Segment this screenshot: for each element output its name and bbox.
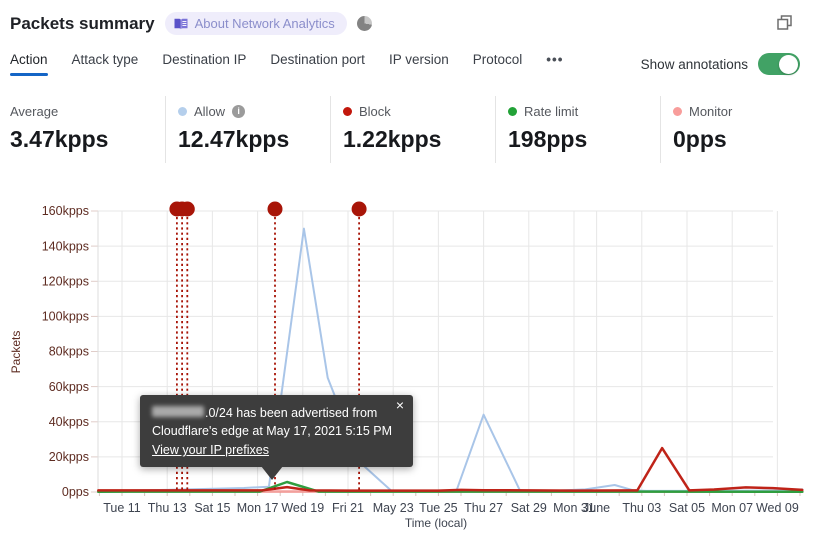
packets-summary-panel: Packets summary About Network Analytics … — [0, 0, 816, 545]
stat-value: 3.47kpps — [10, 126, 109, 152]
tabs-row: Action Attack type Destination IP Destin… — [10, 52, 800, 76]
stat-label: Rate limit — [524, 103, 579, 119]
block-dot-icon — [343, 106, 352, 116]
x-tick-label: Wed 19 — [281, 501, 324, 515]
stat-label: Block — [359, 103, 391, 119]
rate-limit-dot-icon — [508, 106, 517, 116]
book-icon — [174, 18, 188, 29]
page-title: Packets summary — [10, 13, 155, 33]
stat-average: Average 3.47kpps — [0, 96, 165, 163]
tooltip-arrow — [261, 466, 283, 481]
y-tick-label: 60kpps — [49, 380, 89, 394]
show-annotations-toggle[interactable] — [758, 53, 800, 75]
x-tick-label: May 23 — [373, 501, 414, 515]
stat-label: Monitor — [689, 103, 733, 119]
stats-row: Average 3.47kpps Allow i 12.47kpps Block… — [0, 96, 816, 163]
x-tick-label: Mon 17 — [237, 501, 279, 515]
x-tick-label: Wed 09 — [756, 501, 799, 515]
annotation-tooltip: × .0/24 has been advertised from Cloudfl… — [140, 395, 413, 481]
more-tabs-button[interactable]: ••• — [546, 52, 563, 76]
stat-value: 1.22kpps — [343, 126, 442, 152]
stat-rate-limit: Rate limit 198pps — [495, 96, 660, 163]
tab-destination-ip[interactable]: Destination IP — [162, 52, 246, 76]
redacted-ip-prefix — [152, 406, 204, 417]
tab-action[interactable]: Action — [10, 52, 48, 76]
close-icon[interactable]: × — [396, 398, 404, 412]
y-tick-label: 100kpps — [42, 310, 89, 324]
x-tick-label: Thu 03 — [622, 501, 661, 515]
x-tick-label: June — [583, 501, 610, 515]
show-annotations-control: Show annotations — [641, 53, 800, 75]
x-tick-label: Sat 15 — [194, 501, 230, 515]
y-tick-label: 40kpps — [49, 415, 89, 429]
tooltip-text: .0/24 has been advertised from Cloudflar… — [152, 406, 393, 439]
show-annotations-label: Show annotations — [640, 56, 748, 72]
y-axis-title: Packets — [9, 331, 23, 374]
tab-destination-port[interactable]: Destination port — [270, 52, 365, 76]
x-tick-label: Thu 13 — [148, 501, 187, 515]
x-tick-label: Tue 25 — [419, 501, 458, 515]
stat-value: 198pps — [508, 126, 588, 152]
annotation-dot[interactable] — [267, 201, 283, 217]
stat-monitor: Monitor 0pps — [660, 96, 816, 163]
tab-protocol[interactable]: Protocol — [473, 52, 523, 76]
monitor-dot-icon — [673, 106, 682, 116]
stat-label: Allow — [194, 103, 226, 119]
x-tick-label: Tue 11 — [103, 501, 141, 515]
pie-status-icon[interactable] — [356, 16, 372, 31]
x-tick-label: Sat 29 — [511, 501, 547, 515]
y-tick-label: 120kpps — [42, 275, 89, 289]
y-tick-label: 80kpps — [49, 345, 89, 359]
stat-block: Block 1.22kpps — [330, 96, 495, 163]
y-tick-label: 0pps — [62, 485, 89, 499]
stat-value: 0pps — [673, 126, 727, 152]
tab-bar: Action Attack type Destination IP Destin… — [10, 52, 563, 76]
x-tick-label: Mon 07 — [711, 501, 753, 515]
annotation-dot[interactable] — [351, 201, 367, 217]
stat-allow: Allow i 12.47kpps — [165, 96, 330, 163]
duplicate-window-icon[interactable] — [775, 13, 794, 32]
annotation-dot[interactable] — [179, 201, 195, 217]
header: Packets summary About Network Analytics — [10, 12, 372, 35]
x-axis-title: Time (local) — [405, 516, 467, 530]
x-tick-label: Sat 05 — [669, 501, 705, 515]
y-tick-label: 20kpps — [49, 450, 89, 464]
info-icon[interactable]: i — [232, 104, 246, 118]
allow-dot-icon — [178, 106, 187, 116]
x-tick-label: Thu 27 — [464, 501, 503, 515]
view-ip-prefixes-link[interactable]: View your IP prefixes — [152, 441, 269, 459]
tab-ip-version[interactable]: IP version — [389, 52, 449, 76]
y-tick-label: 160kpps — [42, 204, 89, 218]
badge-label: About Network Analytics — [194, 16, 335, 31]
stat-value: 12.47kpps — [178, 126, 290, 152]
stat-label: Average — [10, 103, 59, 119]
x-tick-label: Fri 21 — [332, 501, 364, 515]
toggle-knob — [779, 54, 798, 74]
packets-time-series-chart: 0pps 20kpps 40kpps 60kpps 80kpps 100kpps 120kp… — [9, 201, 804, 530]
y-tick-label: 140kpps — [42, 239, 89, 253]
tab-attack-type[interactable]: Attack type — [72, 52, 139, 76]
about-network-analytics-badge[interactable]: About Network Analytics — [164, 12, 347, 35]
